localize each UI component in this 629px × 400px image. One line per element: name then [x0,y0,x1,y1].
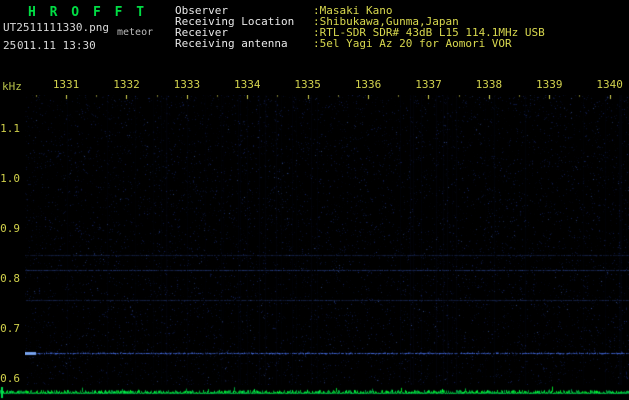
signal-level-strip-canvas [0,386,629,400]
x-axis-tick-label: 1338 [475,78,503,91]
x-axis-tick-label: 1337 [415,78,442,91]
y-axis-tick-label: 0.6 [0,371,20,385]
y-axis-tick-labels: 1.1 1.0 0.9 0.8 0.7 0.6 [0,0,25,400]
y-axis-tick-label: 0.8 [0,271,20,285]
x-axis-tick-label: 1335 [294,78,321,91]
field-label: Receiving antenna [175,37,288,50]
x-axis-tick-label: 1332 [113,78,140,91]
x-axis-tick-label: 1340 [596,78,623,91]
observation-mode-label: meteor [117,27,154,38]
y-axis-tick-label: 1.1 [0,121,20,135]
x-axis-tick-label: 1339 [536,78,563,91]
x-axis-tick-labels: 1331 1332 1333 1334 1335 1336 1337 1338 1339 1340 [0,78,629,91]
app-title: H R O F F T [28,5,148,20]
x-axis-tick-label: 1333 [173,78,201,91]
x-axis-tick-label: 1334 [234,78,261,91]
spectrogram-canvas [25,95,629,385]
x-axis-tick-label: 1336 [354,78,382,91]
field-value: :5el Yagi Az 20 for Aomori VOR [313,37,512,50]
hrofft-app-window: H R O F F T UT2511111330.png meteor 25.1… [0,0,629,400]
x-axis-tick-label: 1331 [52,78,80,91]
header-field-antenna: Receiving antenna :5el Yagi Az 20 for Aom… [175,38,512,49]
y-axis-tick-label: 0.9 [0,221,20,235]
y-axis-tick-label: 0.7 [0,321,20,335]
y-axis-tick-label: 1.0 [0,171,20,185]
